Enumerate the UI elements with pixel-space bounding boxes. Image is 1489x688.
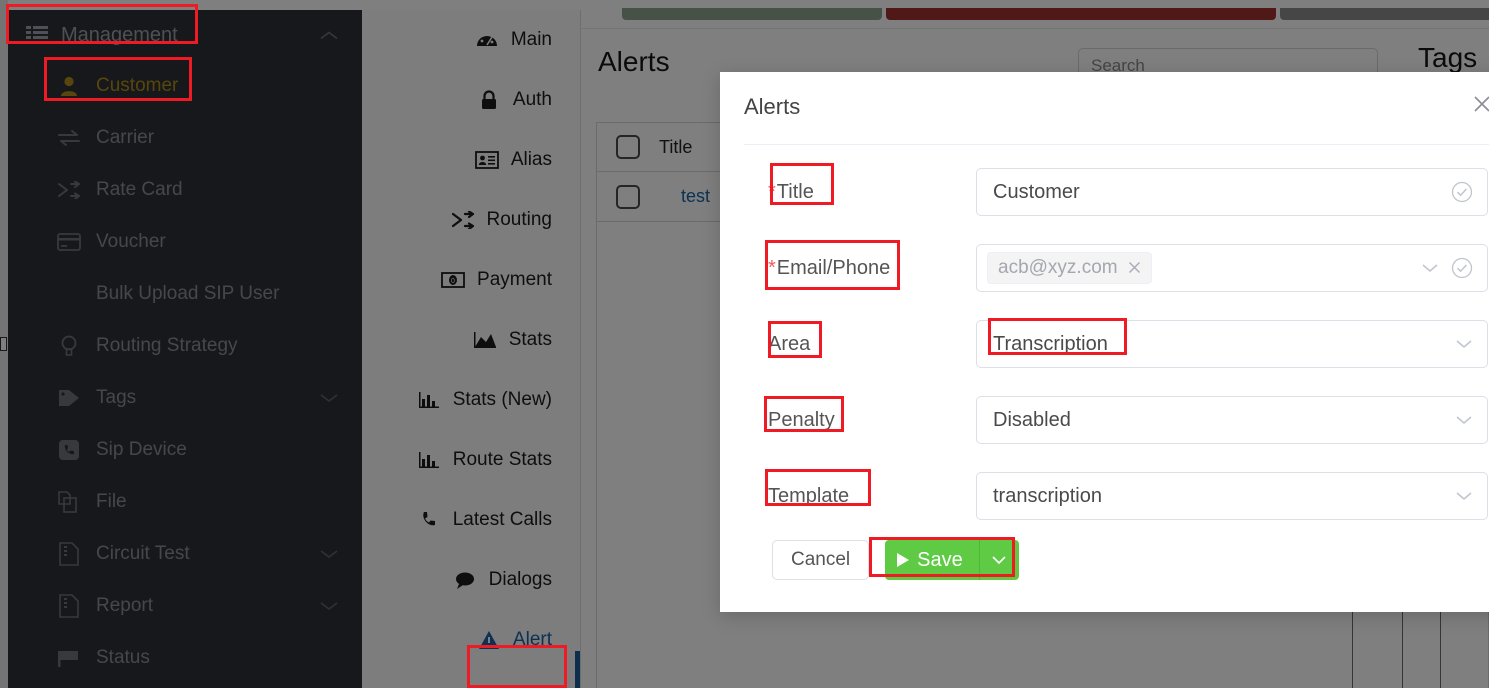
chevron-down-icon[interactable] xyxy=(1455,491,1473,502)
label-text: Template xyxy=(768,484,850,507)
title-value: Customer xyxy=(993,180,1080,203)
form-row-template: Template transcription xyxy=(720,458,1489,534)
template-value: transcription xyxy=(993,484,1102,507)
chevron-down-icon xyxy=(991,553,1007,568)
template-select[interactable]: transcription xyxy=(976,472,1488,520)
penalty-select[interactable]: Disabled xyxy=(976,396,1488,444)
form-row-title: * Title Customer xyxy=(720,154,1489,230)
area-select[interactable]: Transcription xyxy=(976,320,1488,368)
save-dropdown-button[interactable] xyxy=(978,540,1019,580)
cancel-button[interactable]: Cancel xyxy=(772,540,870,580)
chevron-down-icon[interactable] xyxy=(1455,339,1473,350)
check-circle-icon xyxy=(1451,257,1473,279)
dialog-body: * Title Customer * Email/Phone acb@xyz.c… xyxy=(720,154,1489,612)
label-text: Penalty xyxy=(768,408,835,431)
alerts-dialog: Alerts * Title Customer * Email/Phone ac… xyxy=(720,72,1489,612)
form-row-area: Area Transcription xyxy=(720,306,1489,382)
penalty-label: Penalty xyxy=(720,409,976,432)
title-label: * Title xyxy=(720,181,976,204)
chevron-down-icon[interactable] xyxy=(1421,263,1439,274)
check-circle-icon xyxy=(1451,181,1473,203)
email-chip[interactable]: acb@xyz.com xyxy=(987,252,1152,284)
area-label: Area xyxy=(720,333,976,356)
penalty-value: Disabled xyxy=(993,408,1071,431)
email-phone-label: * Email/Phone xyxy=(720,257,976,280)
form-row-penalty: Penalty Disabled xyxy=(720,382,1489,458)
required-marker: * xyxy=(768,180,776,203)
form-row-email-phone: * Email/Phone acb@xyz.com xyxy=(720,230,1489,306)
email-chip-label: acb@xyz.com xyxy=(998,257,1118,278)
play-icon xyxy=(897,553,910,567)
label-text: Email/Phone xyxy=(776,256,891,279)
dialog-title: Alerts xyxy=(744,94,801,119)
close-icon[interactable] xyxy=(1472,94,1489,119)
email-phone-field-wrap: acb@xyz.com xyxy=(976,244,1489,292)
label-text: Area xyxy=(768,332,811,355)
save-button-group: Save xyxy=(885,540,1019,580)
save-button[interactable]: Save xyxy=(885,540,979,580)
dialog-divider xyxy=(744,144,1489,145)
screen-root: Management Customer Carrier xyxy=(0,0,1489,688)
title-input[interactable]: Customer xyxy=(976,168,1488,216)
penalty-field-wrap: Disabled xyxy=(976,396,1489,444)
template-field-wrap: transcription xyxy=(976,472,1489,520)
save-button-label: Save xyxy=(917,548,963,571)
title-field-wrap: Customer xyxy=(976,168,1489,216)
chevron-down-icon[interactable] xyxy=(1455,415,1473,426)
required-marker: * xyxy=(768,256,776,279)
area-value: Transcription xyxy=(993,332,1108,355)
close-icon[interactable] xyxy=(1128,259,1141,277)
template-label: Template xyxy=(720,485,976,508)
label-text: Title xyxy=(776,180,814,203)
dialog-actions: Cancel Save xyxy=(720,540,1489,580)
email-phone-select[interactable]: acb@xyz.com xyxy=(976,244,1488,292)
area-field-wrap: Transcription xyxy=(976,320,1489,368)
